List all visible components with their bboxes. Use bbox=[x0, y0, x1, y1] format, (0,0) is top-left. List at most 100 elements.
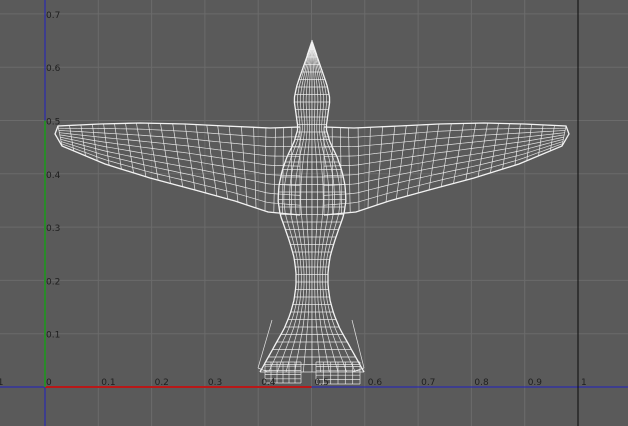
wing-mesh-edge bbox=[424, 182, 431, 185]
wing-mesh-edge bbox=[404, 156, 411, 159]
body-mesh-edge bbox=[306, 327, 308, 334]
wing-mesh-edge bbox=[91, 135, 98, 138]
wing-mesh-edge bbox=[146, 170, 154, 174]
wing-mesh-edge bbox=[385, 126, 396, 203]
wing-mesh-edge bbox=[168, 143, 175, 145]
wing-mesh-edge bbox=[182, 152, 190, 154]
uv-editor-viewport[interactable]: -0.1 0 0.1 0.2 0.3 0.4 0.5 0.6 0.7 0.8 0.9 1 0.1 0.2 0… bbox=[0, 0, 628, 426]
wing-mesh-edge bbox=[208, 163, 215, 166]
body-mesh-edge bbox=[318, 305, 320, 312]
wing-mesh-edge bbox=[130, 150, 138, 153]
wing-mesh-edge bbox=[530, 149, 538, 153]
wing-mesh-edge bbox=[394, 141, 401, 144]
wing-mesh-edge bbox=[132, 161, 140, 164]
body-mesh-edge bbox=[285, 366, 288, 373]
wing-mesh-edge bbox=[181, 144, 189, 147]
wing-mesh-edge bbox=[440, 123, 452, 187]
wing-mesh-edge bbox=[530, 152, 537, 156]
wing-mesh-edge bbox=[80, 147, 87, 151]
wing-mesh-edge bbox=[226, 166, 233, 169]
wing-mesh-edge bbox=[247, 135, 255, 137]
body-mesh-edge bbox=[324, 349, 327, 356]
wing-mesh-edge bbox=[143, 152, 151, 155]
wing-mesh-edge bbox=[428, 123, 440, 191]
wing-mesh-edge bbox=[558, 132, 565, 134]
wing-mesh-edge bbox=[386, 159, 393, 161]
uv-axes bbox=[0, 0, 628, 426]
wing-mesh-edge bbox=[72, 139, 80, 142]
body-mesh-edge bbox=[325, 102, 327, 109]
body-mesh-edge bbox=[299, 135, 302, 142]
wing-mesh-edge bbox=[463, 135, 471, 137]
body-mesh-edge bbox=[323, 294, 325, 301]
wing-mesh-edge bbox=[486, 150, 494, 153]
wing-mesh-edge bbox=[106, 159, 114, 163]
wing-mesh-edge bbox=[556, 138, 564, 142]
body-mesh-edge bbox=[321, 217, 323, 224]
wing-mesh-edge bbox=[60, 138, 68, 142]
body-mesh-edge bbox=[322, 338, 325, 345]
body-mesh-edge bbox=[286, 217, 289, 224]
wing-mesh-edge bbox=[362, 153, 370, 156]
body-mesh-edge bbox=[291, 327, 294, 334]
wing-mesh-edge bbox=[160, 174, 167, 177]
body-mesh-edge bbox=[319, 135, 322, 142]
body-mesh-edge bbox=[305, 69, 308, 76]
wing-mesh-edge bbox=[172, 170, 180, 173]
wing-mesh-edge bbox=[475, 146, 482, 149]
wing-mesh-edge bbox=[136, 151, 144, 154]
wing-mesh-edge bbox=[362, 144, 370, 147]
wing-mesh-edge bbox=[384, 176, 391, 178]
wing-mesh-edge bbox=[477, 169, 485, 172]
wing-mesh-edge bbox=[104, 141, 111, 144]
u-tick-label: 0.6 bbox=[368, 378, 383, 388]
body-mesh-edge bbox=[328, 245, 331, 252]
body-mesh-edge bbox=[319, 91, 322, 98]
wing-mesh-edge bbox=[505, 152, 513, 155]
body-mesh-edge bbox=[297, 267, 300, 274]
u-tick-label: 0.8 bbox=[474, 378, 489, 388]
wing-mesh-edge bbox=[465, 123, 477, 181]
wing-mesh-edge bbox=[395, 125, 407, 200]
wing-mesh-edge bbox=[106, 155, 113, 158]
wing-mesh-edge bbox=[189, 152, 196, 155]
wing-mesh-edge bbox=[448, 150, 455, 152]
wing-mesh-edge bbox=[218, 149, 225, 151]
body-mesh-edge bbox=[320, 162, 323, 169]
wing-mesh-edge bbox=[131, 156, 139, 159]
wing-mesh-edge bbox=[235, 192, 241, 196]
wing-mesh-edge bbox=[210, 179, 217, 182]
body-mesh-edge bbox=[299, 294, 301, 301]
body-mesh-edge bbox=[301, 245, 303, 252]
wing-mesh-edge bbox=[484, 161, 492, 164]
wing-mesh-edge bbox=[264, 127, 267, 212]
wing-mesh-edge bbox=[190, 160, 197, 163]
body-mesh-edge bbox=[318, 355, 320, 362]
wing-mesh-edge bbox=[455, 142, 463, 145]
wing-mesh-edge bbox=[144, 158, 152, 161]
wing-mesh-edge bbox=[160, 136, 168, 138]
wing-mesh-edge bbox=[538, 137, 546, 140]
wing-mesh-edge bbox=[408, 171, 415, 174]
wing-mesh-edge bbox=[487, 145, 495, 147]
wing-mesh-edge bbox=[356, 136, 364, 138]
body-mesh-edge bbox=[301, 217, 303, 224]
wing-mesh-edge bbox=[542, 148, 550, 152]
wing-mesh-edge bbox=[147, 123, 159, 181]
body-mesh-edge bbox=[317, 338, 319, 345]
wing-mesh-edge bbox=[388, 191, 395, 194]
wing-mesh-edge bbox=[481, 145, 489, 148]
uv-canvas[interactable]: -0.1 0 0.1 0.2 0.3 0.4 0.5 0.6 0.7 0.8 0.9 1 0.1 0.2 0… bbox=[0, 0, 628, 426]
wing-mesh-edge bbox=[99, 153, 107, 156]
wing-mesh-edge bbox=[261, 163, 268, 166]
wing-mesh-edge bbox=[406, 140, 413, 143]
wing-mesh-edge bbox=[231, 159, 238, 161]
body-mesh-edge bbox=[300, 129, 303, 136]
u-tick-label: 0.2 bbox=[155, 378, 169, 388]
wing-mesh-edge bbox=[406, 125, 418, 197]
bird-uv-mesh[interactable] bbox=[54, 39, 570, 385]
wing-mesh-edge bbox=[79, 140, 86, 143]
wing-mesh-edge bbox=[407, 132, 414, 134]
wing-mesh-edge bbox=[507, 137, 515, 140]
wing-mesh-edge bbox=[78, 137, 86, 140]
